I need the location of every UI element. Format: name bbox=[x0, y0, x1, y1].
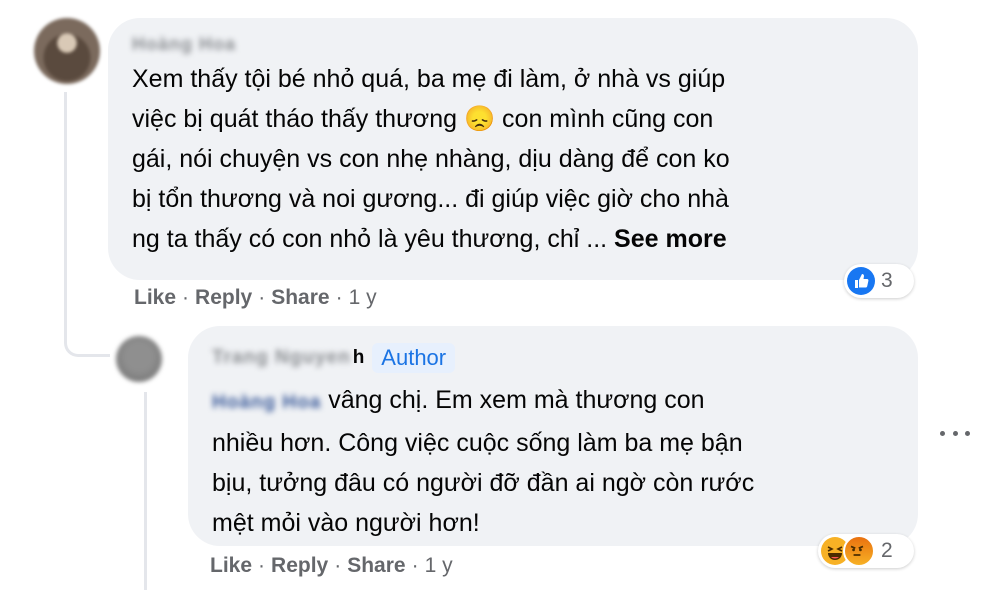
comment-line: ng ta thấy có con nhỏ là yêu thương, chỉ… bbox=[132, 219, 894, 259]
comment-line: Xem thấy tội bé nhỏ quá, ba mẹ đi làm, ở… bbox=[132, 65, 726, 93]
comment-line: việc bị quát tháo thấy thương 😞 con mình… bbox=[132, 99, 894, 139]
reply-line: nhiều hơn. Công việc cuộc sống làm ba mẹ… bbox=[212, 429, 743, 457]
reply-bubble: Trang Nguyen h Author Hoàng Hoa vâng chị.… bbox=[188, 326, 918, 546]
comment-line-part: ng ta thấy có con nhỏ là yêu thương, chỉ… bbox=[132, 225, 608, 253]
see-more-link[interactable]: See more bbox=[614, 225, 727, 253]
reply-actions: Like · Reply · Share · 1 y bbox=[210, 554, 453, 578]
avatar[interactable] bbox=[116, 336, 162, 382]
reaction-count: 3 bbox=[881, 269, 893, 292]
timestamp[interactable]: 1 y bbox=[349, 286, 377, 310]
reply-line-part: vâng chị. Em xem mà thương con bbox=[328, 386, 705, 414]
separator: · bbox=[334, 554, 342, 577]
author-badge: Author bbox=[372, 343, 456, 373]
separator: · bbox=[335, 286, 343, 309]
separator: · bbox=[258, 286, 266, 309]
timestamp[interactable]: 1 y bbox=[425, 554, 453, 578]
like-button[interactable]: Like bbox=[134, 286, 176, 310]
thread-line-elbow bbox=[64, 337, 110, 357]
reply-line: bịu, tưởng đâu có người đỡ đần ai ngờ cò… bbox=[212, 469, 755, 497]
mention-link[interactable]: Hoàng Hoa bbox=[212, 383, 321, 423]
angry-icon bbox=[843, 535, 875, 567]
reply-line: Hoàng Hoa vâng chị. Em xem mà thương con bbox=[212, 380, 894, 423]
reply-line: mệt mỏi vào người hơn! bbox=[212, 509, 480, 537]
reply-thread-line bbox=[144, 392, 147, 590]
like-icon bbox=[847, 267, 875, 295]
comment-line-part: việc bị quát tháo thấy thương bbox=[132, 105, 457, 133]
comment-author[interactable]: Hoàng Hoa bbox=[132, 34, 236, 55]
reply-author-tail: h bbox=[352, 347, 365, 368]
comment-text: Xem thấy tội bé nhỏ quá, ba mẹ đi làm, ở… bbox=[132, 59, 894, 259]
comment-bubble: Hoàng Hoa Xem thấy tội bé nhỏ quá, ba mẹ… bbox=[108, 18, 918, 280]
reply-button[interactable]: Reply bbox=[195, 286, 252, 310]
reaction-summary[interactable]: 2 bbox=[818, 534, 914, 568]
separator: · bbox=[182, 286, 190, 309]
comment-line-part: con mình cũng con bbox=[502, 105, 714, 133]
reaction-summary[interactable]: 3 bbox=[844, 264, 914, 298]
share-button[interactable]: Share bbox=[347, 554, 405, 578]
more-options-icon[interactable] bbox=[940, 423, 970, 443]
separator: · bbox=[258, 554, 266, 577]
share-button[interactable]: Share bbox=[271, 286, 329, 310]
reaction-count: 2 bbox=[881, 539, 893, 562]
thread-line-vertical bbox=[64, 92, 67, 340]
reply-button[interactable]: Reply bbox=[271, 554, 328, 578]
avatar[interactable] bbox=[34, 18, 100, 84]
comment-actions: Like · Reply · Share · 1 y bbox=[134, 286, 377, 310]
like-button[interactable]: Like bbox=[210, 554, 252, 578]
sad-face-emoji: 😞 bbox=[463, 105, 496, 133]
reply-text: Hoàng Hoa vâng chị. Em xem mà thương con… bbox=[212, 380, 894, 543]
separator: · bbox=[411, 554, 419, 577]
reply-author[interactable]: Trang Nguyen bbox=[212, 347, 351, 369]
comment-line: bị tổn thương và noi gương... đi giúp vi… bbox=[132, 185, 729, 213]
comment-line: gái, nói chuyện vs con nhẹ nhàng, dịu dà… bbox=[132, 145, 730, 173]
